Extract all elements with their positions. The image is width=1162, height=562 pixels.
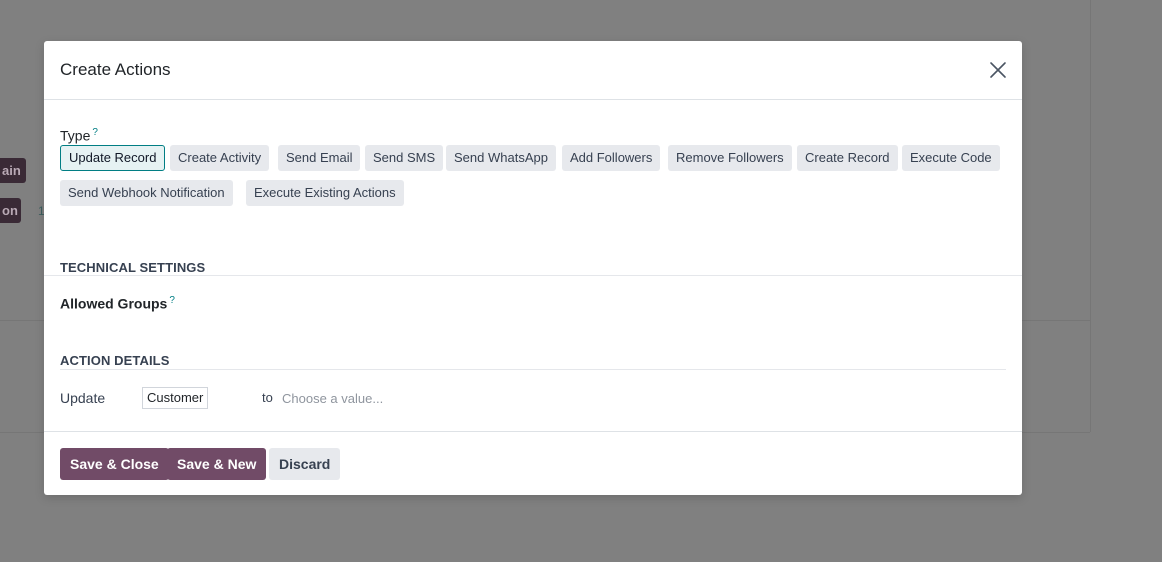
discard-button[interactable]: Discard xyxy=(269,448,341,480)
close-icon xyxy=(990,62,1006,78)
save-close-button[interactable]: Save & Close xyxy=(60,448,169,480)
dialog-header: Create Actions xyxy=(44,41,1022,100)
update-field-selector[interactable]: Customer xyxy=(142,387,209,409)
type-option-update-record[interactable]: Update Record xyxy=(60,145,166,171)
type-option-create-activity[interactable]: Create Activity xyxy=(170,145,270,171)
close-button[interactable] xyxy=(988,60,1008,80)
type-label: Type xyxy=(60,127,91,144)
section-divider xyxy=(60,369,1006,370)
dialog-footer: Save & Close Save & New Discard xyxy=(44,431,1022,496)
type-option-send-webhook-notification[interactable]: Send Webhook Notification xyxy=(60,180,233,206)
update-label: Update xyxy=(60,390,106,406)
type-option-send-whatsapp[interactable]: Send WhatsApp xyxy=(446,145,556,171)
value-input[interactable] xyxy=(282,388,482,408)
background-chip: on xyxy=(0,198,21,223)
type-option-add-followers[interactable]: Add Followers xyxy=(562,145,661,171)
action-details-heading: ACTION DETAILS xyxy=(60,353,170,368)
section-divider xyxy=(44,275,1022,276)
type-field-label: Type? xyxy=(60,127,98,144)
allowed-groups-field-label: Allowed Groups? xyxy=(60,295,175,312)
type-option-remove-followers[interactable]: Remove Followers xyxy=(668,145,792,171)
allowed-groups-label: Allowed Groups xyxy=(60,295,168,312)
create-actions-dialog: Create Actions Type? Update Record Creat… xyxy=(44,41,1022,495)
help-tooltip-icon[interactable]: ? xyxy=(169,295,175,306)
type-option-send-sms[interactable]: Send SMS xyxy=(365,145,444,171)
type-option-execute-existing-actions[interactable]: Execute Existing Actions xyxy=(246,180,404,206)
to-label: to xyxy=(262,390,273,405)
type-option-send-email[interactable]: Send Email xyxy=(278,145,361,171)
help-tooltip-icon[interactable]: ? xyxy=(92,127,98,138)
type-option-create-record[interactable]: Create Record xyxy=(797,145,898,171)
save-new-button[interactable]: Save & New xyxy=(167,448,267,480)
dialog-title: Create Actions xyxy=(60,60,171,79)
background-chip: ain xyxy=(0,158,26,183)
type-option-execute-code[interactable]: Execute Code xyxy=(902,145,1000,171)
technical-settings-heading: TECHNICAL SETTINGS xyxy=(60,260,206,275)
